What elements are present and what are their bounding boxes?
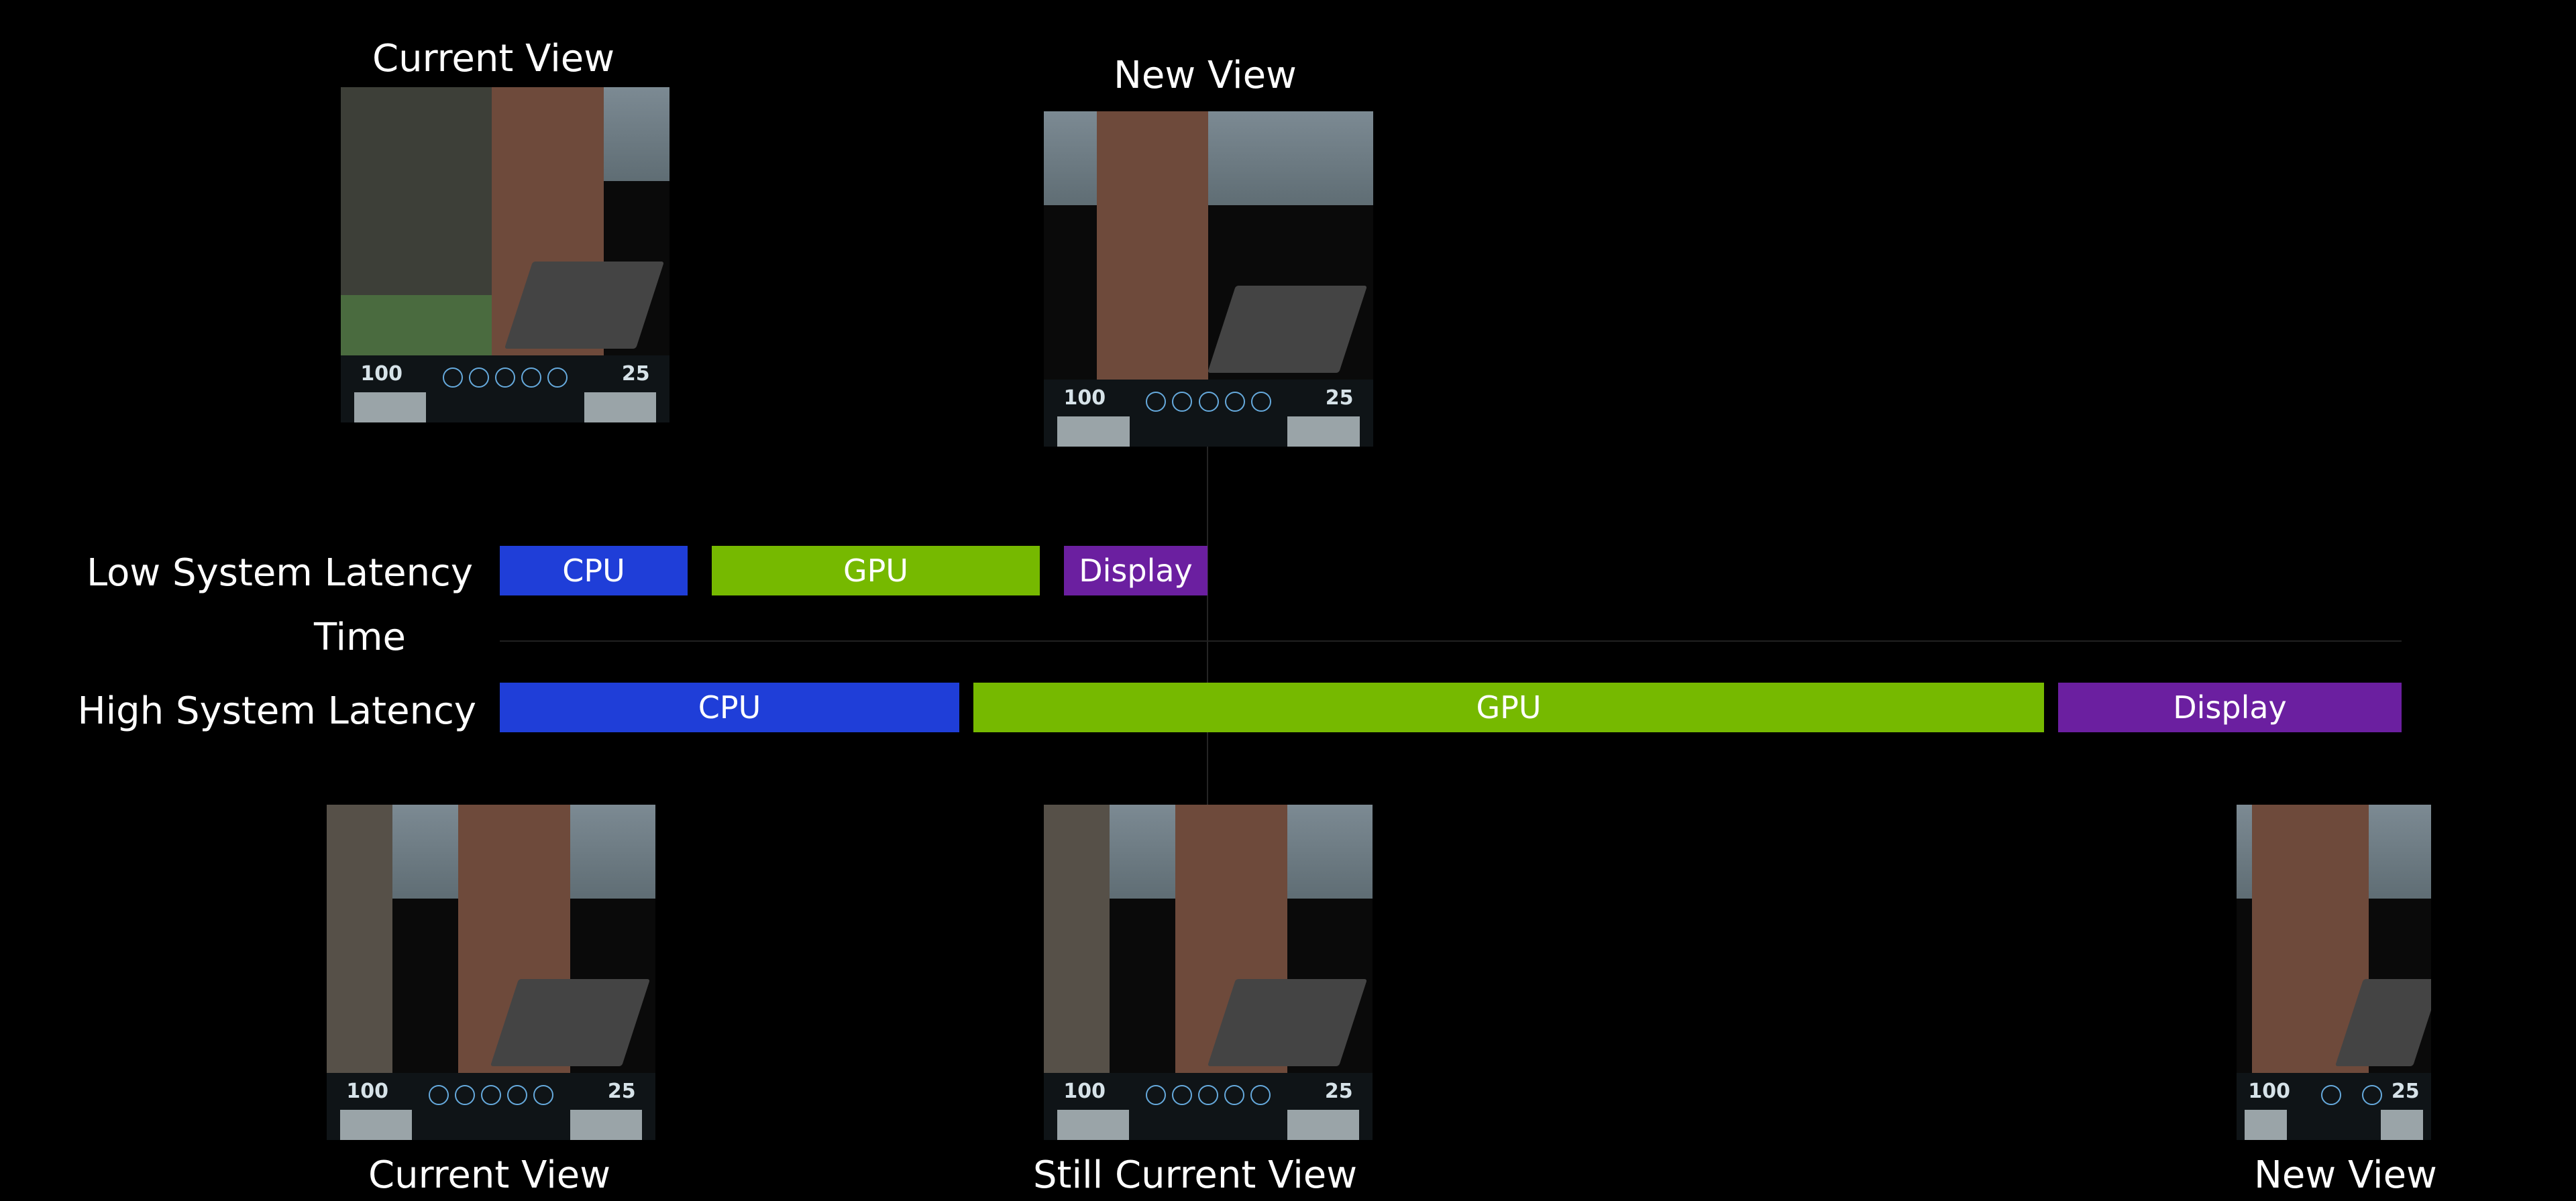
thumb-high-still: 10025: [1044, 805, 1373, 1140]
latency-diagram: Current View 10025 New View 10025 Low Sy…: [0, 0, 2576, 1201]
caption-current-view-bottom: Current View: [368, 1153, 610, 1197]
thumb-high-new: 10025: [2237, 805, 2431, 1140]
caption-new-view-top: New View: [1114, 54, 1297, 97]
caption-still-current-view: Still Current View: [1033, 1153, 1357, 1197]
reference-vline: [1207, 447, 1208, 829]
low-display-bar: Display: [1064, 546, 1208, 595]
label-time: Time: [231, 616, 406, 659]
high-cpu-bar: CPU: [500, 683, 959, 732]
hud-hp: 100: [360, 362, 402, 386]
low-gpu-bar: GPU: [712, 546, 1040, 595]
caption-new-view-bottom: New View: [2254, 1153, 2437, 1197]
low-cpu-bar: CPU: [500, 546, 688, 595]
high-gpu-bar: GPU: [973, 683, 2044, 732]
label-low-latency: Low System Latency: [57, 551, 473, 595]
thumb-low-current: 100 25: [341, 87, 669, 422]
time-axis: [500, 640, 2402, 642]
thumb-low-new: 10025: [1044, 111, 1373, 447]
thumb-high-current: 10025: [327, 805, 655, 1140]
label-high-latency: High System Latency: [34, 689, 476, 733]
high-display-bar: Display: [2058, 683, 2402, 732]
hud-ammo: 25: [622, 362, 650, 386]
caption-current-view-top: Current View: [372, 37, 614, 80]
